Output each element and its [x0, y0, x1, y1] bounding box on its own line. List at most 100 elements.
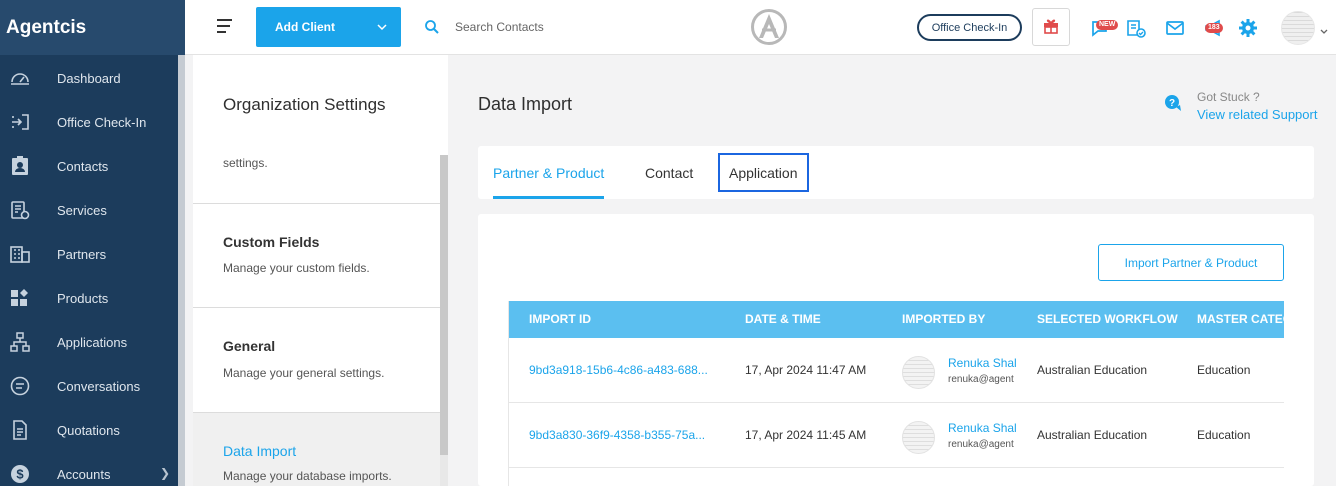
search-icon[interactable] — [424, 19, 442, 37]
table-row[interactable]: 9bd3a918-15b6-4c86-a483-688... 17, Apr 2… — [509, 338, 1284, 403]
sidebar-item-contacts[interactable]: Contacts — [0, 144, 178, 188]
import-id-link[interactable]: 9bd3a830-36f9-4358-b355-75a... — [529, 403, 705, 468]
import-datetime: 17, Apr 2024 11:45 AM — [745, 428, 867, 442]
gift-button[interactable] — [1032, 8, 1070, 46]
document-icon — [8, 418, 32, 442]
notification-count-badge: 183 — [1205, 23, 1223, 33]
contacts-icon — [8, 154, 32, 178]
master-category: Education — [1197, 428, 1251, 442]
column-header-selected-workflow[interactable]: SELECTED WORKFLOW — [1037, 301, 1178, 338]
sidebar-item-label: Office Check-In — [57, 114, 147, 130]
import-tabs: Partner & Product Contact Application — [478, 146, 1314, 199]
sidebar-item-partners[interactable]: Partners — [0, 232, 178, 276]
scrollbar-thumb[interactable] — [440, 155, 448, 455]
user-email: renuka@agent — [948, 374, 1014, 385]
settings-item-general[interactable]: General Manage your general settings. — [193, 308, 440, 412]
building-icon — [8, 242, 32, 266]
sidebar-item-services[interactable]: Services — [0, 188, 178, 232]
settings-panel-title: Organization Settings — [223, 95, 386, 114]
chevron-down-icon[interactable] — [1320, 23, 1328, 41]
tab-label: Partner & Product — [493, 164, 605, 181]
imported-by-cell: Renuka Shal renuka@agent — [902, 421, 1022, 455]
menu-toggle-icon[interactable] — [217, 19, 235, 35]
avatar — [902, 421, 935, 454]
sidebar-item-quotations[interactable]: Quotations — [0, 408, 178, 452]
sidebar-item-applications[interactable]: Applications — [0, 320, 178, 364]
user-email: renuka@agent — [948, 439, 1014, 450]
settings-item-data-import[interactable]: Data Import Manage your database imports… — [193, 413, 440, 486]
column-header-import-id[interactable]: IMPORT ID — [529, 301, 591, 338]
new-badge: NEW — [1096, 20, 1119, 30]
support-question: Got Stuck ? — [1197, 90, 1260, 104]
sidebar-item-office-checkin[interactable]: Office Check-In — [0, 100, 178, 144]
sidebar-item-products[interactable]: Products — [0, 276, 178, 320]
services-icon — [8, 198, 32, 222]
add-client-button[interactable]: Add Client — [256, 7, 401, 47]
column-header-master-category[interactable]: MASTER CATEG — [1197, 301, 1284, 338]
settings-item-custom-fields[interactable]: Custom Fields Manage your custom fields. — [193, 204, 440, 307]
chevron-right-icon: ❯ — [159, 466, 170, 480]
sidebar-item-label: Dashboard — [57, 70, 121, 86]
import-partner-product-button[interactable]: Import Partner & Product — [1098, 244, 1284, 281]
support-chat-icon: ? — [1164, 94, 1182, 112]
settings-panel: Organization Settings settings. Custom F… — [193, 55, 448, 486]
sidebar-item-label: Products — [57, 290, 109, 306]
tab-partner-product[interactable]: Partner & Product — [493, 146, 605, 199]
checkin-icon — [8, 110, 32, 134]
user-name-link[interactable]: Renuka Shal — [948, 421, 1017, 435]
setting-title: Custom Fields — [223, 234, 320, 250]
tab-label: Contact — [645, 164, 694, 181]
sidebar: Agentcis Dashboard Office Check-In Conta… — [0, 0, 185, 486]
add-client-label: Add Client — [275, 20, 335, 34]
sidebar-item-label: Accounts — [57, 466, 111, 482]
sidebar-item-label: Applications — [57, 334, 128, 350]
mail-icon[interactable] — [1164, 17, 1186, 39]
svg-text:$: $ — [16, 467, 24, 482]
setting-description: Manage your general settings. — [223, 366, 385, 380]
gift-icon — [1042, 16, 1060, 39]
column-header-date-time[interactable]: DATE & TIME — [745, 301, 821, 338]
imports-table: IMPORT ID DATE & TIME IMPORTED BY SELECT… — [508, 301, 1284, 486]
sidebar-item-label: Quotations — [57, 422, 120, 438]
sidebar-item-label: Contacts — [57, 158, 109, 174]
import-content-card: Import Partner & Product IMPORT ID DATE … — [478, 214, 1314, 486]
sidebar-item-label: Conversations — [57, 378, 141, 394]
task-check-icon[interactable] — [1125, 17, 1147, 39]
svg-text:?: ? — [1169, 98, 1175, 109]
company-logo-icon — [750, 8, 788, 46]
avatar — [902, 356, 935, 389]
master-category: Education — [1197, 363, 1251, 377]
search-input[interactable] — [455, 17, 655, 37]
tab-label: Application — [729, 164, 798, 181]
setting-title: Data Import — [223, 443, 297, 459]
tab-application[interactable]: Application — [718, 153, 809, 192]
top-header: Add Client Office Check-In NEW 183 — [185, 0, 1336, 55]
settings-scrollbar[interactable] — [440, 155, 448, 486]
sidebar-item-conversations[interactable]: Conversations — [0, 364, 178, 408]
brand-logo[interactable]: Agentcis — [0, 0, 185, 55]
setting-title: General — [223, 338, 276, 354]
setting-description: Manage your custom fields. — [223, 261, 370, 275]
table-row[interactable]: 9bd3a830-36f9-4358-b355-75a... 17, Apr 2… — [509, 403, 1284, 468]
page-title: Data Import — [478, 94, 573, 114]
chevron-down-icon[interactable] — [377, 21, 387, 35]
import-datetime: 17, Apr 2024 11:47 AM — [745, 363, 867, 377]
office-checkin-button[interactable]: Office Check-In — [917, 14, 1022, 41]
sidebar-item-accounts[interactable]: $ Accounts ❯ — [0, 452, 178, 486]
gear-icon[interactable] — [1237, 17, 1259, 39]
selected-workflow: Australian Education — [1037, 363, 1148, 377]
imported-by-cell: Renuka Shal renuka@agent — [902, 356, 1022, 390]
import-id-link[interactable]: 9bd3a918-15b6-4c86-a483-688... — [529, 338, 708, 403]
setting-description: Manage your database imports. — [223, 469, 392, 483]
user-avatar[interactable] — [1281, 11, 1315, 45]
user-name-link[interactable]: Renuka Shal — [948, 356, 1017, 370]
table-header: IMPORT ID DATE & TIME IMPORTED BY SELECT… — [509, 301, 1284, 338]
column-header-imported-by[interactable]: IMPORTED BY — [902, 301, 985, 338]
gauge-icon — [8, 66, 32, 90]
sidebar-item-label: Partners — [57, 246, 107, 262]
sidebar-item-dashboard[interactable]: Dashboard — [0, 56, 178, 100]
support-link[interactable]: View related Support — [1197, 107, 1317, 122]
tab-contact[interactable]: Contact — [645, 146, 693, 199]
sidebar-scrollbar[interactable] — [178, 55, 185, 486]
selected-workflow: Australian Education — [1037, 428, 1148, 442]
